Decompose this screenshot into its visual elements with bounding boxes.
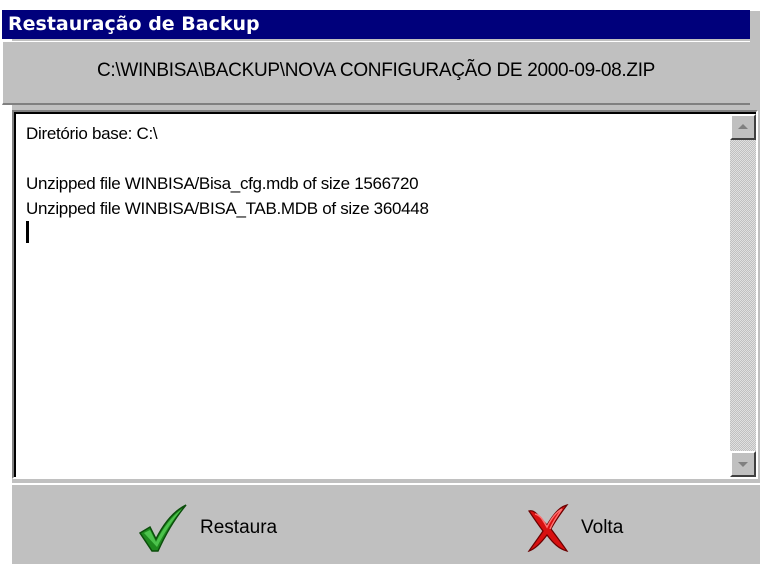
backup-path-bar: C:\WINBISA\BACKUP\NOVA CONFIGURAÇÃO DE 2… bbox=[2, 41, 750, 105]
window-title: Restauração de Backup bbox=[2, 10, 750, 39]
scroll-up-button[interactable] bbox=[730, 114, 756, 140]
log-textarea[interactable]: Diretório base: C:\ ​ Unzipped file WINBIS… bbox=[12, 110, 758, 479]
log-line-base-dir: Diretório base: C:\ bbox=[26, 124, 158, 143]
scroll-up-arrow-icon bbox=[738, 124, 748, 129]
log-area-inner: Diretório base: C:\ ​ Unzipped file WINBIS… bbox=[14, 112, 756, 477]
log-line-blank: ​ bbox=[26, 146, 706, 171]
restaura-label: Restaura bbox=[200, 517, 278, 538]
restaura-button[interactable]: Restaura bbox=[136, 501, 277, 555]
scroll-down-button[interactable] bbox=[730, 451, 756, 477]
scroll-down-arrow-icon bbox=[738, 462, 748, 467]
vertical-scrollbar[interactable] bbox=[730, 114, 756, 477]
button-bar: Restaura Volta bbox=[10, 483, 760, 564]
log-content: Diretório base: C:\ ​ Unzipped file WINBIS… bbox=[26, 121, 706, 246]
text-caret bbox=[26, 221, 706, 246]
red-x-icon bbox=[525, 503, 569, 553]
backup-path-label: C:\WINBISA\BACKUP\NOVA CONFIGURAÇÃO DE 2… bbox=[96, 60, 656, 81]
log-line-unzip-1: Unzipped file WINBISA/Bisa_cfg.mdb of si… bbox=[26, 174, 419, 193]
green-checkmark-icon bbox=[136, 503, 188, 553]
volta-button[interactable]: Volta bbox=[525, 501, 623, 555]
volta-label: Volta bbox=[581, 517, 624, 538]
log-line-unzip-2: Unzipped file WINBISA/BISA_TAB.MDB of si… bbox=[26, 199, 429, 218]
